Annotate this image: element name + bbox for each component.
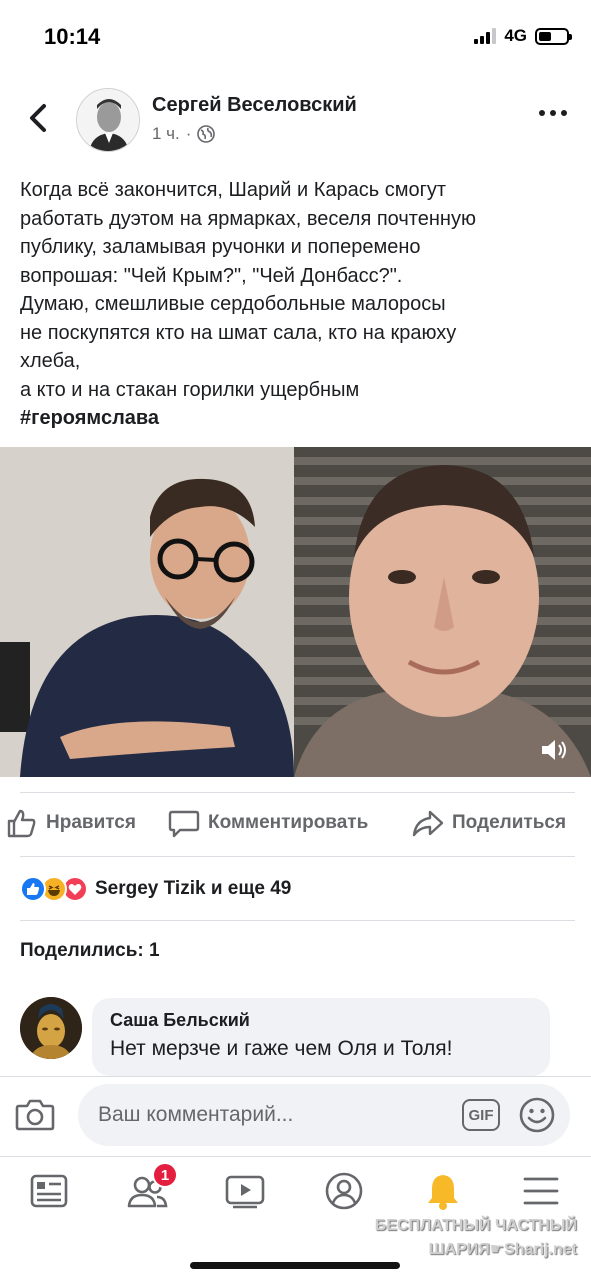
more-options-icon[interactable] xyxy=(539,110,567,116)
menu-icon[interactable] xyxy=(520,1170,562,1212)
friends-badge: 1 xyxy=(152,1162,178,1188)
divider xyxy=(20,792,575,793)
reactions-text: Sergey Tizik и еще 49 xyxy=(95,878,292,899)
network-type: 4G xyxy=(504,26,527,45)
gif-button[interactable]: GIF xyxy=(462,1099,500,1131)
watch-icon[interactable] xyxy=(224,1170,266,1212)
post-text-line: работать дуэтом на ярмарках, веселя почт… xyxy=(20,207,476,230)
post-text-line: Когда всё закончится, Шарий и Карась смо… xyxy=(20,179,447,201)
watermark-line: ШАРИЯ☛Sharij.net xyxy=(428,1241,577,1258)
post-text-line: вопрошая: "Чей Крым?", "Чей Донбасс?". xyxy=(20,264,403,287)
like-icon xyxy=(20,876,46,902)
comment-input[interactable] xyxy=(98,1103,438,1127)
battery-icon xyxy=(535,27,572,45)
status-indicators: 4G xyxy=(474,26,572,46)
comment-bubble-icon xyxy=(168,810,200,838)
thumbs-up-icon xyxy=(7,809,36,838)
commenter-avatar[interactable] xyxy=(20,997,82,1059)
profile-icon[interactable] xyxy=(323,1170,365,1212)
watermark-line: БЕСПЛАТНЫЙ ЧАСТНЫЙ xyxy=(374,1217,577,1234)
comment-label: Комментировать xyxy=(208,812,369,833)
comment-text: Нет мерзче и гаже чем Оля и Толя! xyxy=(110,1037,453,1060)
post-actions: Нравится Комментировать Поделиться xyxy=(0,798,591,854)
meta-separator: · xyxy=(185,124,192,143)
post-text-line: публику, заламывая ручонки и поперемено xyxy=(20,236,421,258)
volume-icon[interactable] xyxy=(540,737,568,763)
shares-count[interactable]: Поделились: 1 xyxy=(20,940,160,962)
comment-button[interactable]: Комментировать xyxy=(168,808,368,838)
post-time[interactable]: 1 ч. xyxy=(152,124,180,144)
post-body: Когда всё закончится, Шарий и Карась смо… xyxy=(20,176,575,433)
comment-composer: GIF xyxy=(78,1084,570,1146)
like-button[interactable]: Нравится xyxy=(6,808,136,838)
signal-icon xyxy=(474,28,497,44)
video-right-person xyxy=(294,447,591,777)
comment-bubble[interactable]: Саша Бельский Нет мерзче и гаже чем Оля … xyxy=(92,998,550,1076)
post-header: Сергей Веселовский 1 ч. · xyxy=(0,80,591,160)
status-bar: 10:14 4G xyxy=(0,0,591,72)
post-text-line: а кто и на стакан горилки ущербным xyxy=(20,378,360,401)
post-text-line: хлеба, xyxy=(20,350,81,372)
camera-icon[interactable] xyxy=(14,1094,56,1136)
divider xyxy=(20,920,575,921)
video-left-person xyxy=(0,447,294,777)
reactions-summary[interactable]: Sergey Tizik и еще 49 xyxy=(20,873,291,905)
post-video[interactable] xyxy=(0,447,591,777)
share-arrow-icon xyxy=(412,810,444,837)
post-meta: 1 ч. · xyxy=(152,124,216,144)
divider xyxy=(20,856,575,857)
like-label: Нравится xyxy=(46,812,136,833)
home-indicator[interactable] xyxy=(190,1262,400,1269)
back-arrow-icon[interactable] xyxy=(20,98,56,138)
author-name[interactable]: Сергей Веселовский xyxy=(152,94,357,117)
feed-icon[interactable] xyxy=(28,1170,70,1212)
share-label: Поделиться xyxy=(452,812,567,833)
status-time: 10:14 xyxy=(44,24,101,49)
hashtag-link[interactable]: #героямслава xyxy=(20,404,575,433)
emoji-icon[interactable] xyxy=(518,1096,556,1134)
notifications-icon[interactable] xyxy=(422,1170,464,1212)
post-text-line: не поскупятся кто на шмат сала, кто на к… xyxy=(20,321,457,344)
globe-icon xyxy=(197,125,216,143)
divider xyxy=(0,1076,591,1077)
author-avatar[interactable] xyxy=(76,88,140,152)
commenter-name[interactable]: Саша Бельский xyxy=(110,1010,532,1031)
post-text-line: Думаю, смешливые сердобольные малоросы xyxy=(20,293,446,315)
divider xyxy=(0,1156,591,1157)
watermark: БЕСПЛАТНЫЙ ЧАСТНЫЙ ШАРИЯ☛Sharij.net xyxy=(357,1214,577,1262)
share-button[interactable]: Поделиться xyxy=(412,808,566,838)
